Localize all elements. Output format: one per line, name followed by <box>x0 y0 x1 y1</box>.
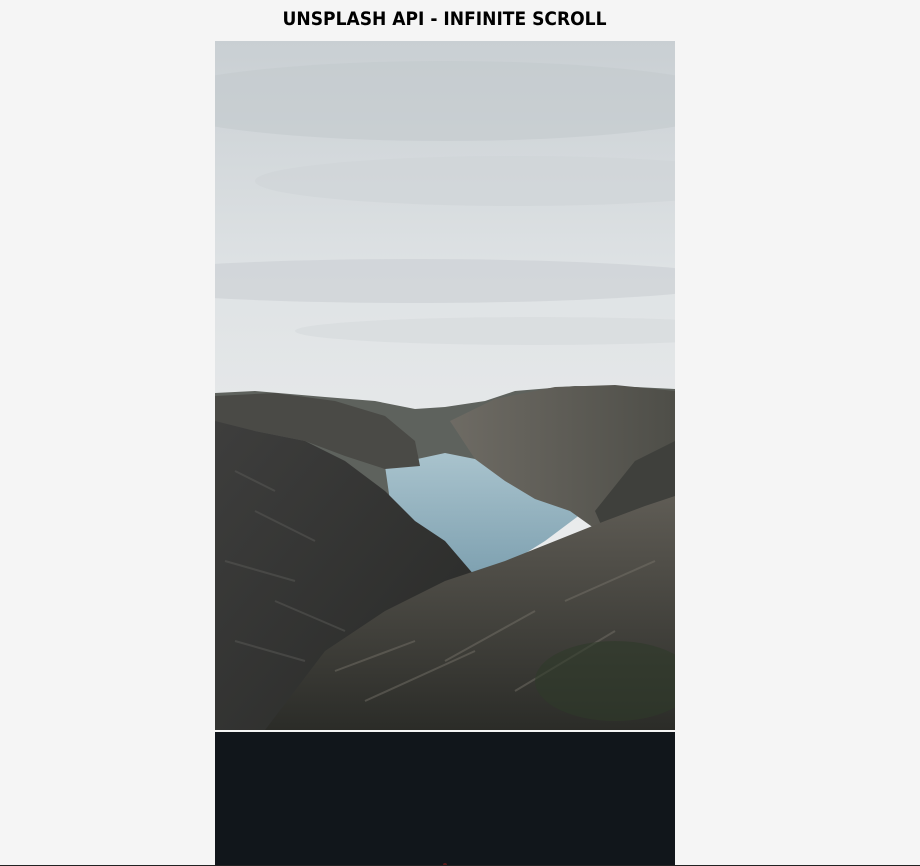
photo-dark-link[interactable] <box>215 732 675 866</box>
fjord-landscape-photo <box>215 41 675 730</box>
dark-night-photo <box>215 732 675 866</box>
photo-fjord-link[interactable] <box>215 41 675 730</box>
image-container <box>215 41 675 866</box>
page-title: UNSPLASH API - INFINITE SCROLL <box>282 8 607 30</box>
